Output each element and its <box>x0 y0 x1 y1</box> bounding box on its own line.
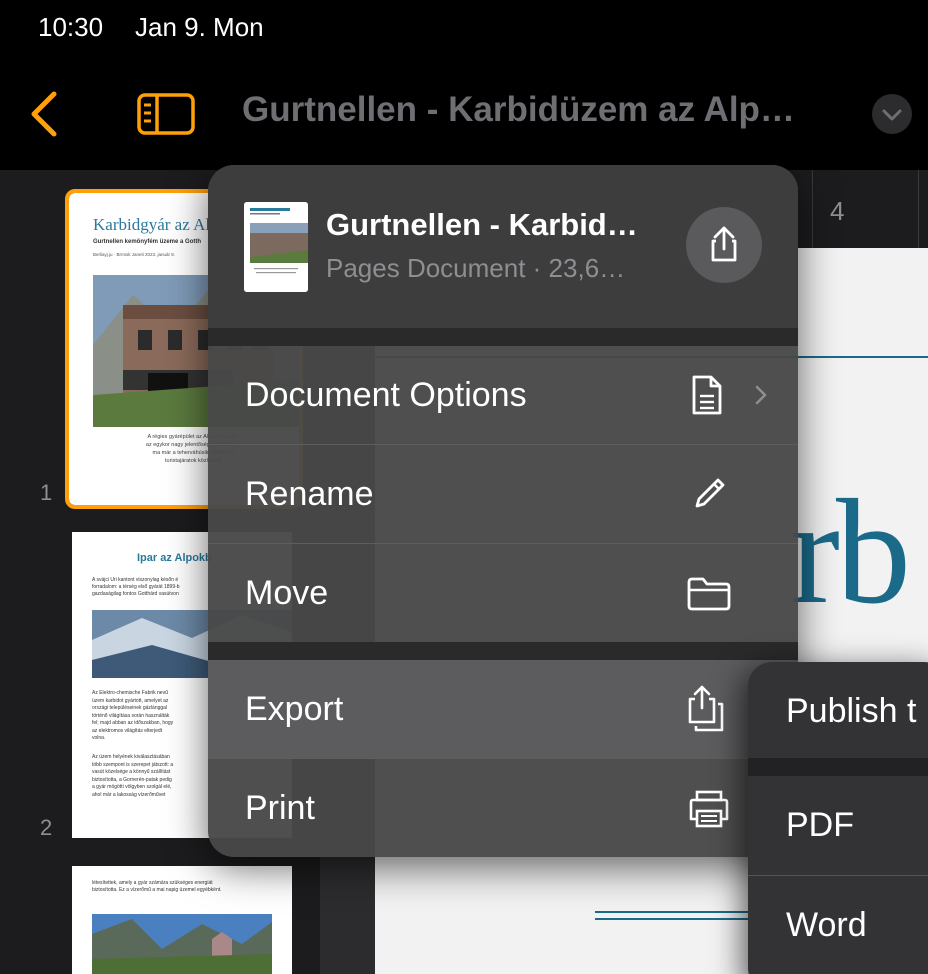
export-icon <box>684 682 732 741</box>
menu-item-rename[interactable]: Rename <box>208 445 798 543</box>
page-number-1: 1 <box>40 480 53 505</box>
menu-separator <box>208 328 798 346</box>
status-time: 10:30 <box>38 12 104 42</box>
thumb-1-subtitle: Gurtnellen kemönyfém üzeme a Gotth <box>93 239 202 245</box>
menu-item-document-options[interactable]: Document Options <box>208 346 798 444</box>
printer-icon <box>686 789 732 834</box>
submenu-item-pdf[interactable]: PDF <box>748 776 928 872</box>
menu-separator <box>208 642 798 660</box>
document-title[interactable]: Gurtnellen - Karbidüzem az Alp… <box>242 90 795 130</box>
sidebar-toggle-icon[interactable] <box>137 93 195 135</box>
share-icon <box>711 226 737 262</box>
folder-icon <box>686 576 732 617</box>
document-icon <box>690 374 724 421</box>
pencil-icon <box>692 475 728 516</box>
title-chevron-down-icon[interactable] <box>872 94 912 134</box>
status-bar: 10:30 Jan 9. Mon <box>0 0 928 60</box>
submenu-item-publish[interactable]: Publish t <box>748 662 928 758</box>
status-date: Jan 9. Mon <box>135 12 264 42</box>
menu-item-export[interactable]: Export <box>208 660 798 758</box>
submenu-item-label: Publish t <box>786 692 917 730</box>
thumb-2-body-2: Az üzem helyének kiválasztásában több sz… <box>92 754 174 798</box>
page-number-2: 2 <box>40 815 53 840</box>
ruler-number: 4 <box>830 196 845 226</box>
thumb-2-body-1: Az Elektro-chemische Fabrik nevű üzem ka… <box>92 690 174 741</box>
toolbar: Gurtnellen - Karbidüzem az Alp… <box>0 60 928 170</box>
menu-item-label: Move <box>245 574 329 612</box>
back-chevron-icon[interactable] <box>22 88 66 140</box>
thumb-2-heading: Ipar az Alpokb <box>137 552 212 564</box>
menu-item-label: Rename <box>245 475 374 513</box>
menu-item-label: Document Options <box>245 376 527 414</box>
thumb-3-body: létesítettek, amely a gyár számára szüks… <box>92 880 222 893</box>
menu-header: Gurtnellen - Karbid… Pages Document · 23… <box>208 165 798 328</box>
thumb-2-intro: A svájci Uri kantont viszonylag későn é … <box>92 577 180 597</box>
menu-item-label: Export <box>245 690 344 728</box>
menu-document-title: Gurtnellen - Karbid… <box>326 207 638 242</box>
menu-item-label: Print <box>245 789 315 827</box>
document-menu: Gurtnellen - Karbid… Pages Document · 23… <box>208 165 798 857</box>
chevron-right-icon <box>754 384 768 411</box>
menu-item-move[interactable]: Move <box>208 544 798 642</box>
page-thumbnail-3[interactable]: létesítettek, amely a gyár számára szüks… <box>72 866 292 974</box>
thumb-3-photo <box>92 914 272 974</box>
export-submenu: Publish t PDF Word <box>748 662 928 974</box>
thumb-1-byline: Berliayj.ju · Brrnisk Janeti 2023. januá… <box>93 252 176 257</box>
thumb-1-title: Karbidgyár az Alp <box>93 215 219 234</box>
submenu-item-label: Word <box>786 906 867 944</box>
share-button[interactable] <box>686 207 762 283</box>
submenu-item-label: PDF <box>786 806 854 844</box>
submenu-item-word[interactable]: Word <box>748 876 928 972</box>
menu-item-print[interactable]: Print <box>208 759 798 857</box>
menu-document-info: Pages Document · 23,6… <box>326 253 626 283</box>
page-title-fragment: rb <box>790 469 911 635</box>
menu-document-thumbnail <box>244 202 308 292</box>
